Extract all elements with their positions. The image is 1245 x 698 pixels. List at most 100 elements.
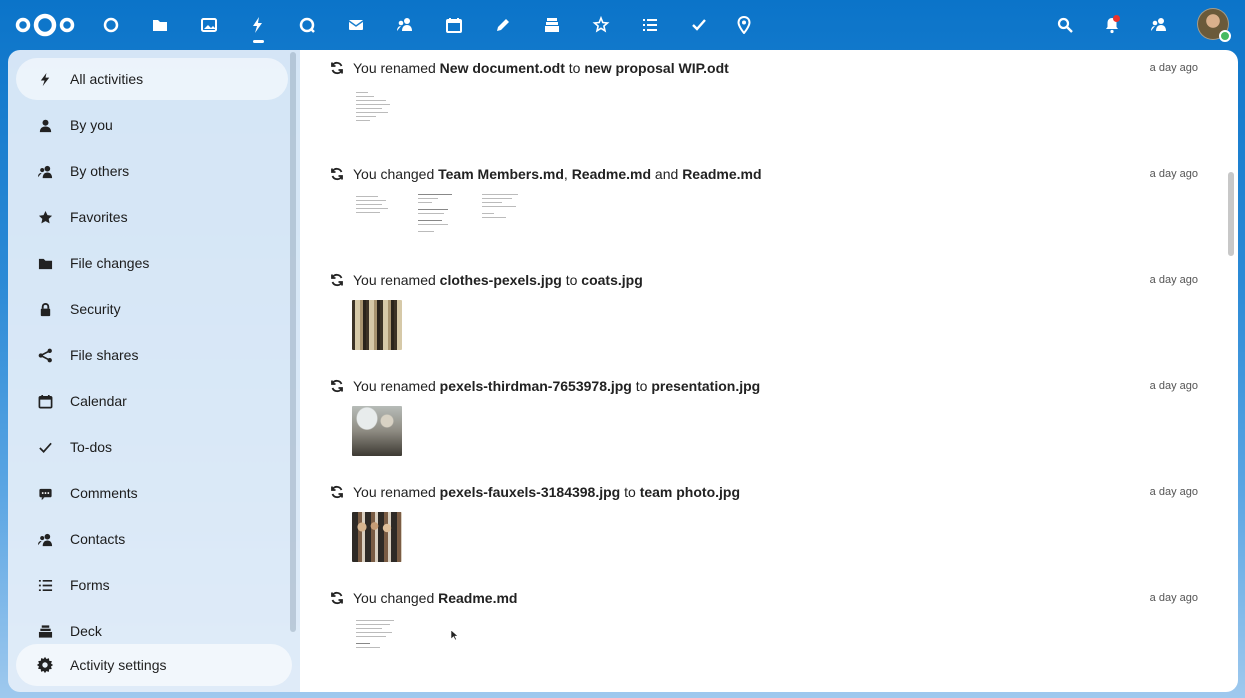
calendar-icon[interactable]	[439, 10, 469, 40]
image-thumbnail[interactable]	[352, 512, 402, 562]
file-link[interactable]: pexels-thirdman-7653978.jpg	[440, 378, 632, 394]
deck-icon[interactable]	[537, 10, 567, 40]
file-link[interactable]: pexels-fauxels-3184398.jpg	[440, 484, 621, 500]
activity-time: a day ago	[1149, 274, 1198, 286]
tasks-icon[interactable]	[684, 10, 714, 40]
activity-message: You renamed pexels-thirdman-7653978.jpg …	[353, 378, 760, 394]
sidebar-item-label: Comments	[70, 485, 138, 501]
sidebar-item-all-activities[interactable]: All activities	[16, 58, 288, 100]
list-icon	[36, 576, 54, 594]
sidebar-item-to-dos[interactable]: To-dos	[16, 426, 288, 468]
maps-icon[interactable]	[729, 10, 759, 40]
sidebar-item-file-changes[interactable]: File changes	[16, 242, 288, 284]
document-thumbnail[interactable]	[352, 616, 402, 666]
activity-text: to	[631, 378, 652, 394]
file-link[interactable]: presentation.jpg	[651, 378, 760, 394]
sidebar-item-label: Favorites	[70, 209, 128, 225]
sidebar-item-by-you[interactable]: By you	[16, 104, 288, 146]
files-icon[interactable]	[145, 10, 175, 40]
notes-icon[interactable]	[488, 10, 518, 40]
lightning-icon	[36, 70, 54, 88]
sidebar-item-calendar[interactable]: Calendar	[16, 380, 288, 422]
users-icon	[36, 162, 54, 180]
activity-entry: You renamed New document.odt to new prop…	[300, 50, 1238, 156]
activity-text: You renamed	[353, 484, 440, 500]
star-icon	[36, 208, 54, 226]
sidebar-item-contacts[interactable]: Contacts	[16, 518, 288, 560]
activity-text: to	[564, 60, 585, 76]
activity-message: You changed Team Members.md, Readme.md a…	[353, 166, 762, 182]
activity-time: a day ago	[1149, 592, 1198, 604]
gear-icon	[36, 656, 54, 674]
activity-text: You renamed	[353, 60, 440, 76]
sidebar-item-comments[interactable]: Comments	[16, 472, 288, 514]
file-link[interactable]: team photo.jpg	[640, 484, 740, 500]
image-thumbnail[interactable]	[352, 300, 402, 350]
activity-message: You renamed clothes-pexels.jpg to coats.…	[353, 272, 643, 288]
search-icon[interactable]	[1050, 10, 1080, 40]
sidebar-item-by-others[interactable]: By others	[16, 150, 288, 192]
activity-icon[interactable]	[243, 10, 273, 43]
photos-icon[interactable]	[194, 10, 224, 40]
user-icon	[36, 116, 54, 134]
sidebar-item-favorites[interactable]: Favorites	[16, 196, 288, 238]
comment-icon	[36, 484, 54, 502]
sidebar-item-security[interactable]: Security	[16, 288, 288, 330]
file-link[interactable]: coats.jpg	[581, 272, 642, 288]
document-thumbnail[interactable]	[352, 86, 402, 136]
deck-icon	[36, 622, 54, 640]
file-link[interactable]: Readme.md	[572, 166, 651, 182]
forms-icon[interactable]	[635, 10, 665, 40]
sidebar-item-file-shares[interactable]: File shares	[16, 334, 288, 376]
activity-entry: You renamed pexels-fauxels-3184398.jpg t…	[300, 474, 1238, 580]
document-thumbnail[interactable]	[414, 192, 464, 248]
sidebar-item-label: To-dos	[70, 439, 113, 455]
magic-icon[interactable]	[586, 10, 616, 40]
activity-text: to	[620, 484, 640, 500]
document-thumbnail[interactable]	[352, 192, 402, 242]
lock-icon	[36, 300, 54, 318]
contacts-menu-icon[interactable]	[1144, 10, 1174, 40]
sidebar-item-label: Calendar	[70, 393, 127, 409]
file-link[interactable]: New document.odt	[440, 60, 565, 76]
share-icon	[36, 346, 54, 364]
sidebar-item-label: Forms	[70, 577, 110, 593]
mail-icon[interactable]	[341, 10, 371, 40]
online-status-icon	[1219, 30, 1231, 42]
contacts-icon[interactable]	[390, 10, 420, 40]
sidebar-item-label: Security	[70, 301, 121, 317]
refresh-icon	[331, 273, 343, 287]
activity-time: a day ago	[1149, 62, 1198, 74]
talk-icon[interactable]	[292, 10, 322, 40]
activity-message: You renamed pexels-fauxels-3184398.jpg t…	[353, 484, 740, 500]
dashboard-icon[interactable]	[96, 10, 126, 40]
sidebar-scrollbar[interactable]	[290, 52, 296, 632]
image-thumbnail[interactable]	[352, 406, 402, 456]
nextcloud-logo[interactable]	[14, 12, 76, 38]
activity-settings-button[interactable]: Activity settings	[16, 644, 292, 686]
refresh-icon	[331, 485, 343, 499]
file-link[interactable]: Readme.md	[682, 166, 761, 182]
top-bar	[0, 0, 1245, 50]
user-avatar[interactable]	[1197, 8, 1231, 42]
notifications-icon[interactable]	[1097, 10, 1127, 40]
main-scrollbar[interactable]	[1228, 172, 1234, 256]
file-link[interactable]: clothes-pexels.jpg	[440, 272, 562, 288]
sidebar-item-label: File shares	[70, 347, 139, 363]
activity-message: You renamed New document.odt to new prop…	[353, 60, 729, 76]
file-link[interactable]: Readme.md	[438, 590, 517, 606]
sidebar-item-forms[interactable]: Forms	[16, 564, 288, 606]
sidebar-item-label: All activities	[70, 71, 144, 87]
sidebar-item-label: By you	[70, 117, 113, 133]
sidebar-item-label: Contacts	[70, 531, 126, 547]
activity-time: a day ago	[1149, 168, 1198, 180]
refresh-icon	[331, 167, 343, 181]
file-link[interactable]: Team Members.md	[438, 166, 564, 182]
folder-icon	[36, 254, 54, 272]
file-link[interactable]: new proposal WIP.odt	[584, 60, 728, 76]
activity-text: You renamed	[353, 272, 440, 288]
document-thumbnail[interactable]	[478, 192, 528, 242]
refresh-icon	[331, 379, 343, 393]
activity-text: ,	[563, 166, 572, 182]
activity-message: You changed Readme.md	[353, 590, 517, 606]
